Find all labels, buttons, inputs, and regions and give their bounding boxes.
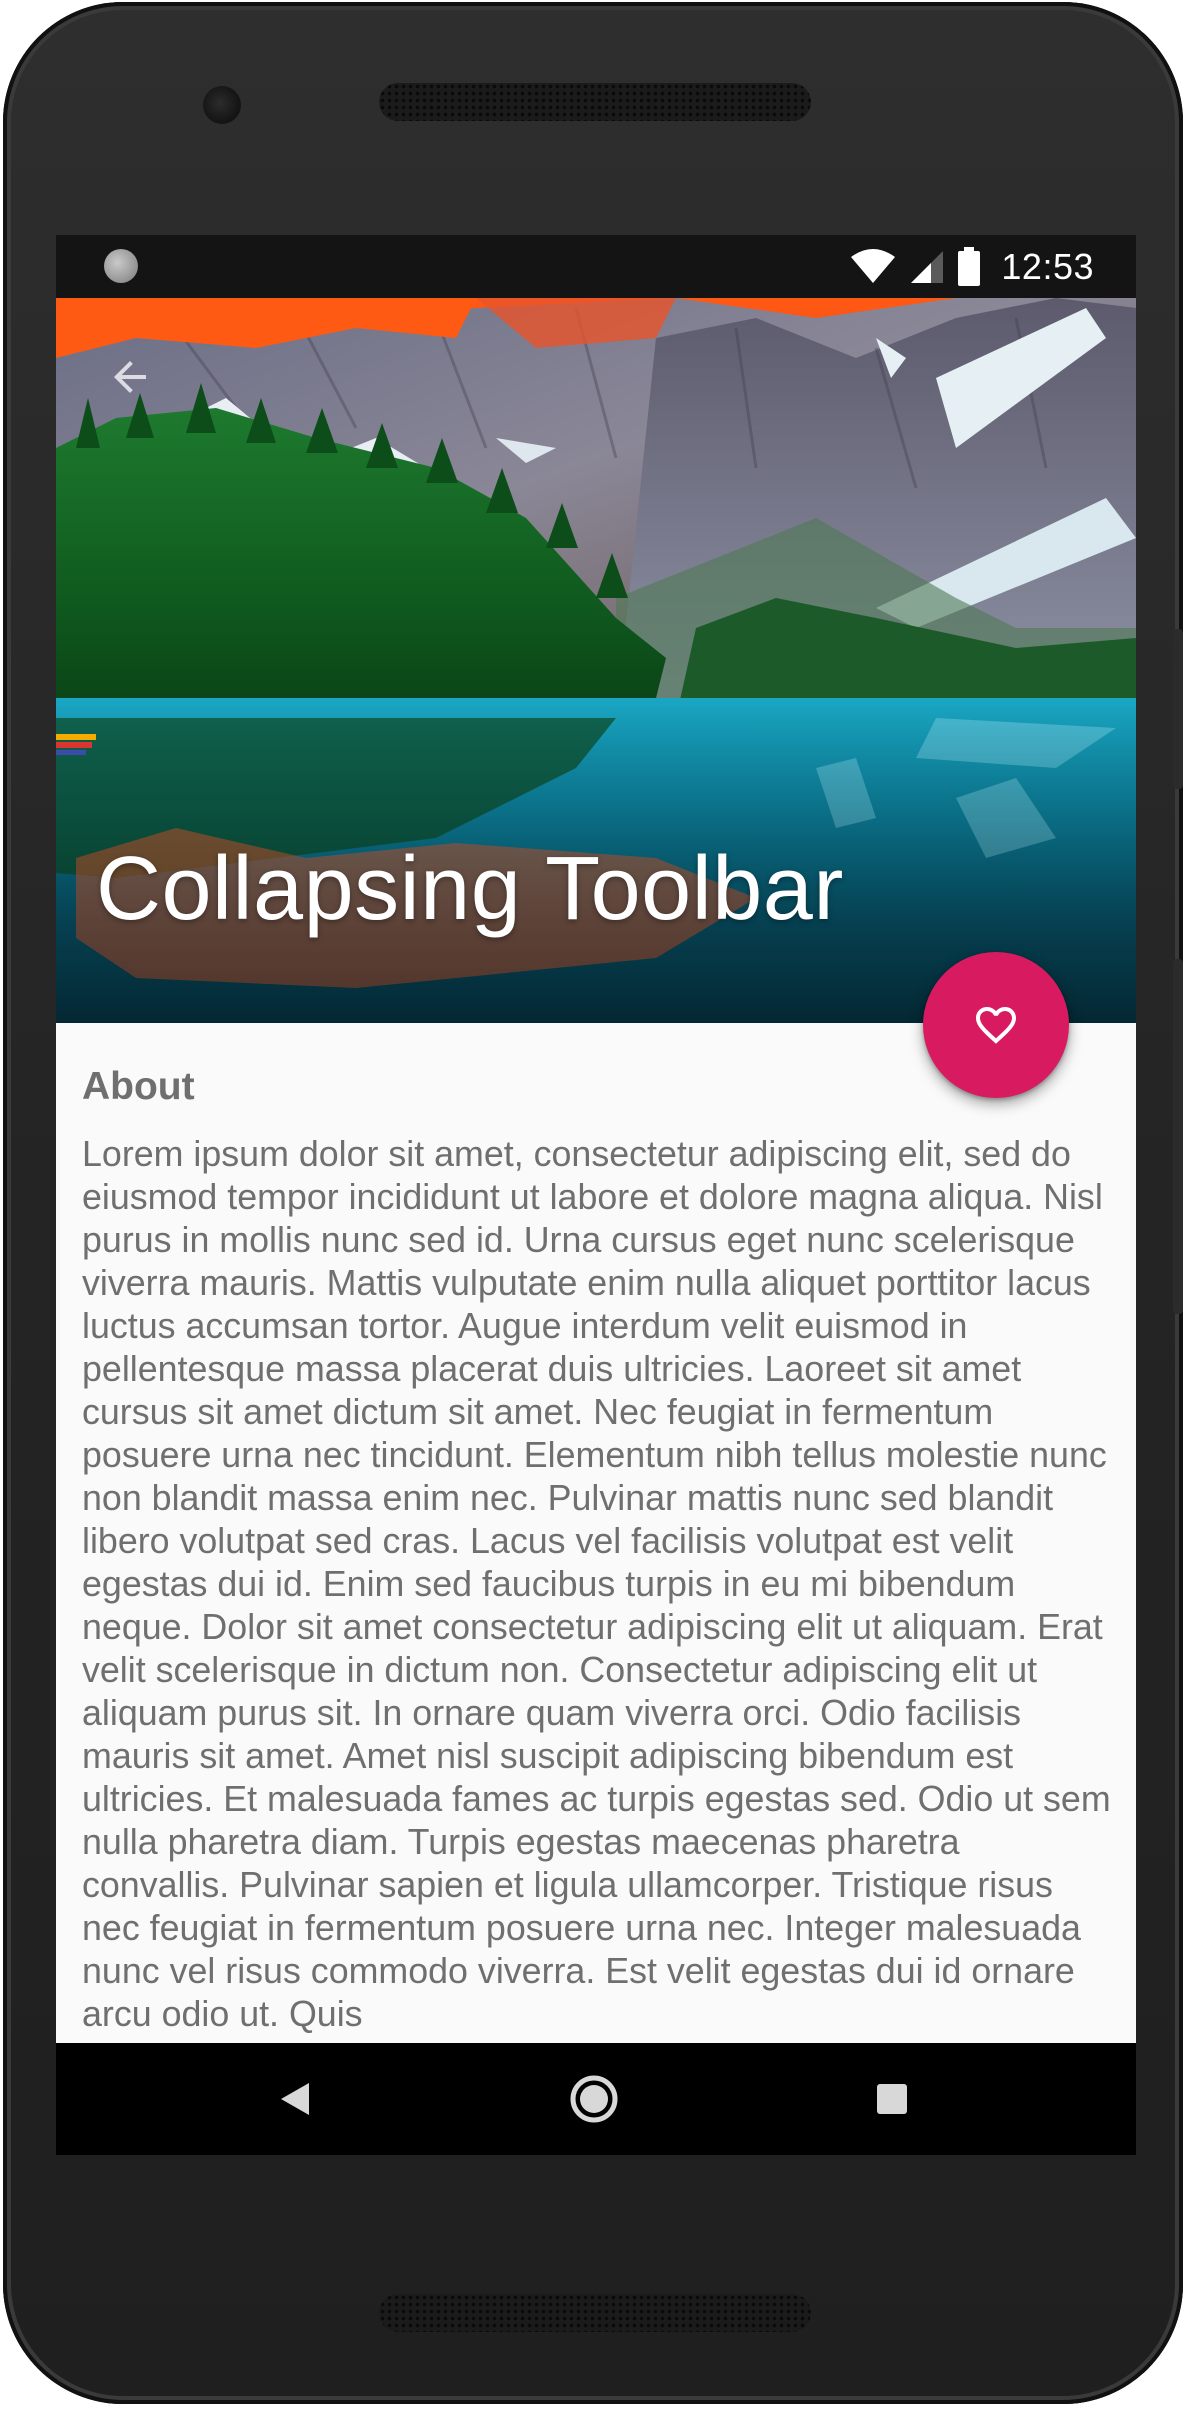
nav-recents-button[interactable] <box>856 2063 928 2135</box>
back-button[interactable] <box>96 343 164 411</box>
wifi-icon <box>851 248 896 283</box>
favorite-fab-button[interactable] <box>923 952 1069 1098</box>
content-scroll-area[interactable]: About Lorem ipsum dolor sit amet, consec… <box>56 1023 1136 2043</box>
arrow-back-icon <box>114 361 146 393</box>
screen: 12:53 Collapsing Toolbar About Lorem ips… <box>56 235 1136 2155</box>
battery-icon <box>958 246 981 286</box>
volume-rocker <box>1173 959 1183 1314</box>
front-camera <box>203 86 241 124</box>
about-heading: About <box>82 1065 195 1108</box>
status-icons: 12:53 <box>849 235 1094 298</box>
status-bar: 12:53 <box>56 235 1136 298</box>
power-button <box>1173 629 1183 789</box>
cell-signal-icon <box>911 250 944 283</box>
toolbar-header-image: Collapsing Toolbar <box>56 298 1136 1023</box>
phone-frame: 12:53 Collapsing Toolbar About Lorem ips… <box>3 2 1183 2404</box>
nav-back-icon <box>281 2083 309 2115</box>
nav-home-button[interactable] <box>558 2063 630 2135</box>
toolbar-title: Collapsing Toolbar <box>96 839 844 939</box>
nav-home-icon <box>570 2075 618 2123</box>
heart-outline-icon <box>976 1007 1016 1044</box>
bottom-speaker-grille <box>379 2294 811 2332</box>
notification-dot-icon <box>104 249 138 283</box>
nav-recents-icon <box>877 2084 907 2114</box>
about-body-text: Lorem ipsum dolor sit amet, consectetur … <box>82 1134 1111 2034</box>
navigation-bar <box>56 2043 1136 2155</box>
status-time: 12:53 <box>1001 245 1094 287</box>
top-speaker-grille <box>379 83 811 121</box>
nav-back-button[interactable] <box>259 2063 331 2135</box>
